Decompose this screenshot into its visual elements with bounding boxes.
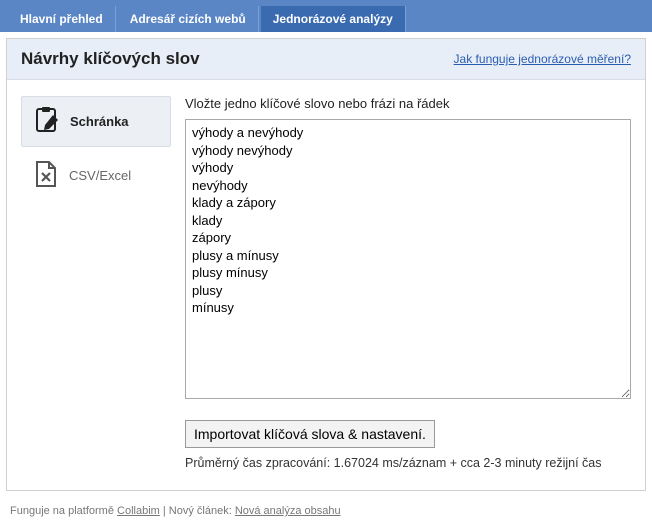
tab-directory[interactable]: Adresář cizích webů xyxy=(118,6,259,32)
footer-separator: | Nový článek: xyxy=(160,505,235,517)
panel-header: Návrhy klíčových slov Jak funguje jednor… xyxy=(7,39,645,80)
page-title: Návrhy klíčových slov xyxy=(21,49,200,69)
panel-body: Schránka CSV/Excel Vložte jedno klíčové … xyxy=(7,80,645,490)
tab-oneoff-analyses[interactable]: Jednorázové analýzy xyxy=(261,6,406,32)
sidebar-item-label: CSV/Excel xyxy=(69,168,131,183)
platform-link[interactable]: Collabim xyxy=(117,505,160,517)
sidebar-item-csv-excel[interactable]: CSV/Excel xyxy=(21,151,171,200)
form-area: Vložte jedno klíčové slovo nebo frázi na… xyxy=(171,96,631,470)
textarea-prompt: Vložte jedno klíčové slovo nebo frázi na… xyxy=(185,96,631,111)
import-button[interactable]: Importovat klíčová slova & nastavení. xyxy=(185,420,435,448)
footer-prefix: Funguje na platformě xyxy=(10,505,117,517)
sidebar-item-clipboard[interactable]: Schránka xyxy=(21,96,171,147)
clipboard-edit-icon xyxy=(32,105,62,138)
top-navigation: Hlavní přehled Adresář cizích webů Jedno… xyxy=(0,0,652,32)
file-x-icon xyxy=(31,159,61,192)
input-mode-sidebar: Schránka CSV/Excel xyxy=(21,96,171,470)
tab-overview[interactable]: Hlavní přehled xyxy=(8,6,116,32)
keywords-textarea[interactable] xyxy=(185,119,631,399)
sidebar-item-label: Schránka xyxy=(70,114,129,129)
help-link[interactable]: Jak funguje jednorázové měření? xyxy=(454,52,631,66)
article-link[interactable]: Nová analýza obsahu xyxy=(235,505,341,517)
processing-info: Průměrný čas zpracování: 1.67024 ms/zázn… xyxy=(185,456,631,470)
footer: Funguje na platformě Collabim | Nový člá… xyxy=(0,497,652,525)
main-panel: Návrhy klíčových slov Jak funguje jednor… xyxy=(6,38,646,491)
